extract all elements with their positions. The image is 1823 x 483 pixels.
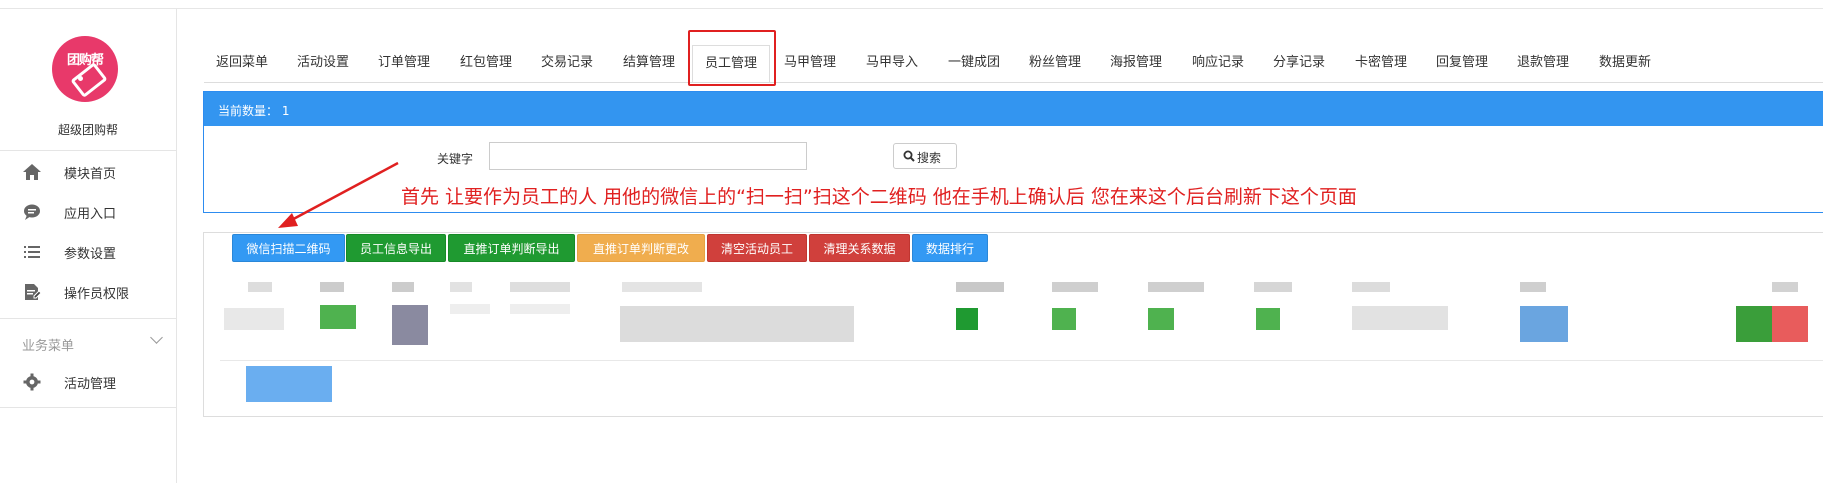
divider [0, 318, 176, 319]
export-staff-button[interactable]: 员工信息导出 [346, 234, 446, 262]
sidebar: 团购帮 超级团购帮 模块首页 应用入口 参数设置 操作员权限 业务菜单 活动管理 [0, 9, 177, 483]
tab-vest-import[interactable]: 马甲导入 [866, 44, 918, 82]
sidebar-item-label: 应用入口 [64, 207, 117, 222]
blurred-cell [224, 308, 284, 330]
tab-shares[interactable]: 分享记录 [1273, 44, 1325, 82]
chat-bubble-icon [24, 204, 40, 220]
staff-panel: 微信扫描二维码 员工信息导出 直推订单判断导出 直推订单判断更改 清空活动员工 … [203, 232, 1823, 417]
tab-replies[interactable]: 回复管理 [1436, 44, 1488, 82]
tab-data-update[interactable]: 数据更新 [1599, 44, 1651, 82]
sidebar-item-entry[interactable]: 应用入口 [0, 195, 176, 229]
tab-back-menu[interactable]: 返回菜单 [216, 44, 268, 82]
tab-responses[interactable]: 响应记录 [1192, 44, 1244, 82]
home-icon [23, 164, 41, 180]
app-logo: 团购帮 [52, 36, 118, 102]
blurred-cell [450, 282, 472, 292]
keyword-input[interactable] [489, 142, 807, 170]
panel-header: 当前数量： 1 [204, 92, 1823, 126]
blurred-cell [392, 282, 414, 292]
highlight-box [688, 30, 776, 86]
sidebar-item-label: 操作员权限 [64, 287, 130, 302]
change-direct-orders-button[interactable]: 直推订单判断更改 [577, 234, 705, 262]
tab-orders[interactable]: 订单管理 [378, 44, 430, 82]
blurred-cell [1052, 282, 1098, 292]
tab-posters[interactable]: 海报管理 [1110, 44, 1162, 82]
export-direct-orders-button[interactable]: 直推订单判断导出 [448, 234, 575, 262]
blurred-cell [956, 308, 978, 330]
blurred-cell [1148, 282, 1204, 292]
blurred-cell [1254, 282, 1292, 292]
search-button-label: 搜索 [917, 151, 942, 165]
instruction-annotation: 首先 让要作为员工的人 用他的微信上的“扫一扫”扫这个二维码 他在手机上确认后 … [401, 186, 1357, 208]
sidebar-item-home[interactable]: 模块首页 [0, 155, 176, 189]
blurred-cell [246, 366, 332, 402]
divider [0, 407, 176, 408]
blurred-cell [1772, 306, 1808, 342]
tab-red-packets[interactable]: 红包管理 [460, 44, 512, 82]
blurred-cell [450, 304, 490, 314]
sidebar-item-label: 模块首页 [64, 167, 117, 182]
blurred-cell [1052, 308, 1076, 330]
tab-underline [204, 82, 1823, 83]
list-settings-icon [24, 246, 40, 258]
tab-card-keys[interactable]: 卡密管理 [1355, 44, 1407, 82]
sidebar-item-activity[interactable]: 活动管理 [0, 365, 176, 399]
blurred-cell [1352, 282, 1390, 292]
keyword-label: 关键字 [437, 152, 474, 166]
search-icon [903, 150, 915, 162]
blurred-cell [1736, 306, 1776, 342]
gear-icon [23, 373, 41, 391]
chevron-down-icon [150, 331, 163, 344]
blurred-cell [320, 282, 344, 292]
data-ranking-button[interactable]: 数据排行 [912, 234, 988, 262]
divider [0, 150, 176, 151]
blurred-avatar [320, 305, 356, 329]
sidebar-item-settings[interactable]: 参数设置 [0, 235, 176, 269]
sidebar-item-permissions[interactable]: 操作员权限 [0, 275, 176, 309]
logo-text: 团购帮 [66, 53, 104, 68]
blurred-avatar [392, 305, 428, 345]
sidebar-item-label: 参数设置 [64, 247, 117, 262]
search-button[interactable]: 搜索 [893, 143, 957, 169]
sidebar-item-label: 活动管理 [64, 377, 117, 392]
blurred-cell [1352, 306, 1448, 330]
blurred-cell [1520, 306, 1568, 342]
tab-settlement[interactable]: 结算管理 [623, 44, 675, 82]
blurred-cell [1772, 282, 1798, 292]
blurred-cell [956, 282, 1004, 292]
tab-activity-settings[interactable]: 活动设置 [297, 44, 349, 82]
blurred-cell [620, 306, 854, 342]
row-divider [220, 360, 1823, 361]
blurred-cell [1256, 308, 1280, 330]
app-name: 超级团购帮 [57, 123, 118, 137]
sidebar-group-label: 业务菜单 [22, 339, 75, 354]
tab-refunds[interactable]: 退款管理 [1517, 44, 1569, 82]
tab-vest-manage[interactable]: 马甲管理 [784, 44, 836, 82]
clear-activity-staff-button[interactable]: 清空活动员工 [707, 234, 807, 262]
blurred-cell [510, 282, 570, 292]
blurred-cell [510, 304, 570, 314]
wechat-scan-qr-button[interactable]: 微信扫描二维码 [232, 234, 345, 262]
document-edit-icon [25, 284, 42, 300]
clear-relation-data-button[interactable]: 清理关系数据 [809, 234, 910, 262]
blurred-cell [622, 282, 702, 292]
blurred-cell [248, 282, 272, 292]
sidebar-group-business[interactable]: 业务菜单 [0, 327, 176, 359]
tab-fans[interactable]: 粉丝管理 [1029, 44, 1081, 82]
current-count: 当前数量： 1 [218, 104, 290, 118]
blurred-cell [1148, 308, 1174, 330]
tab-one-click-group[interactable]: 一键成团 [948, 44, 1000, 82]
top-border [0, 0, 1823, 9]
tag-hole [78, 76, 83, 81]
tab-transactions[interactable]: 交易记录 [541, 44, 593, 82]
blurred-cell [1520, 282, 1546, 292]
